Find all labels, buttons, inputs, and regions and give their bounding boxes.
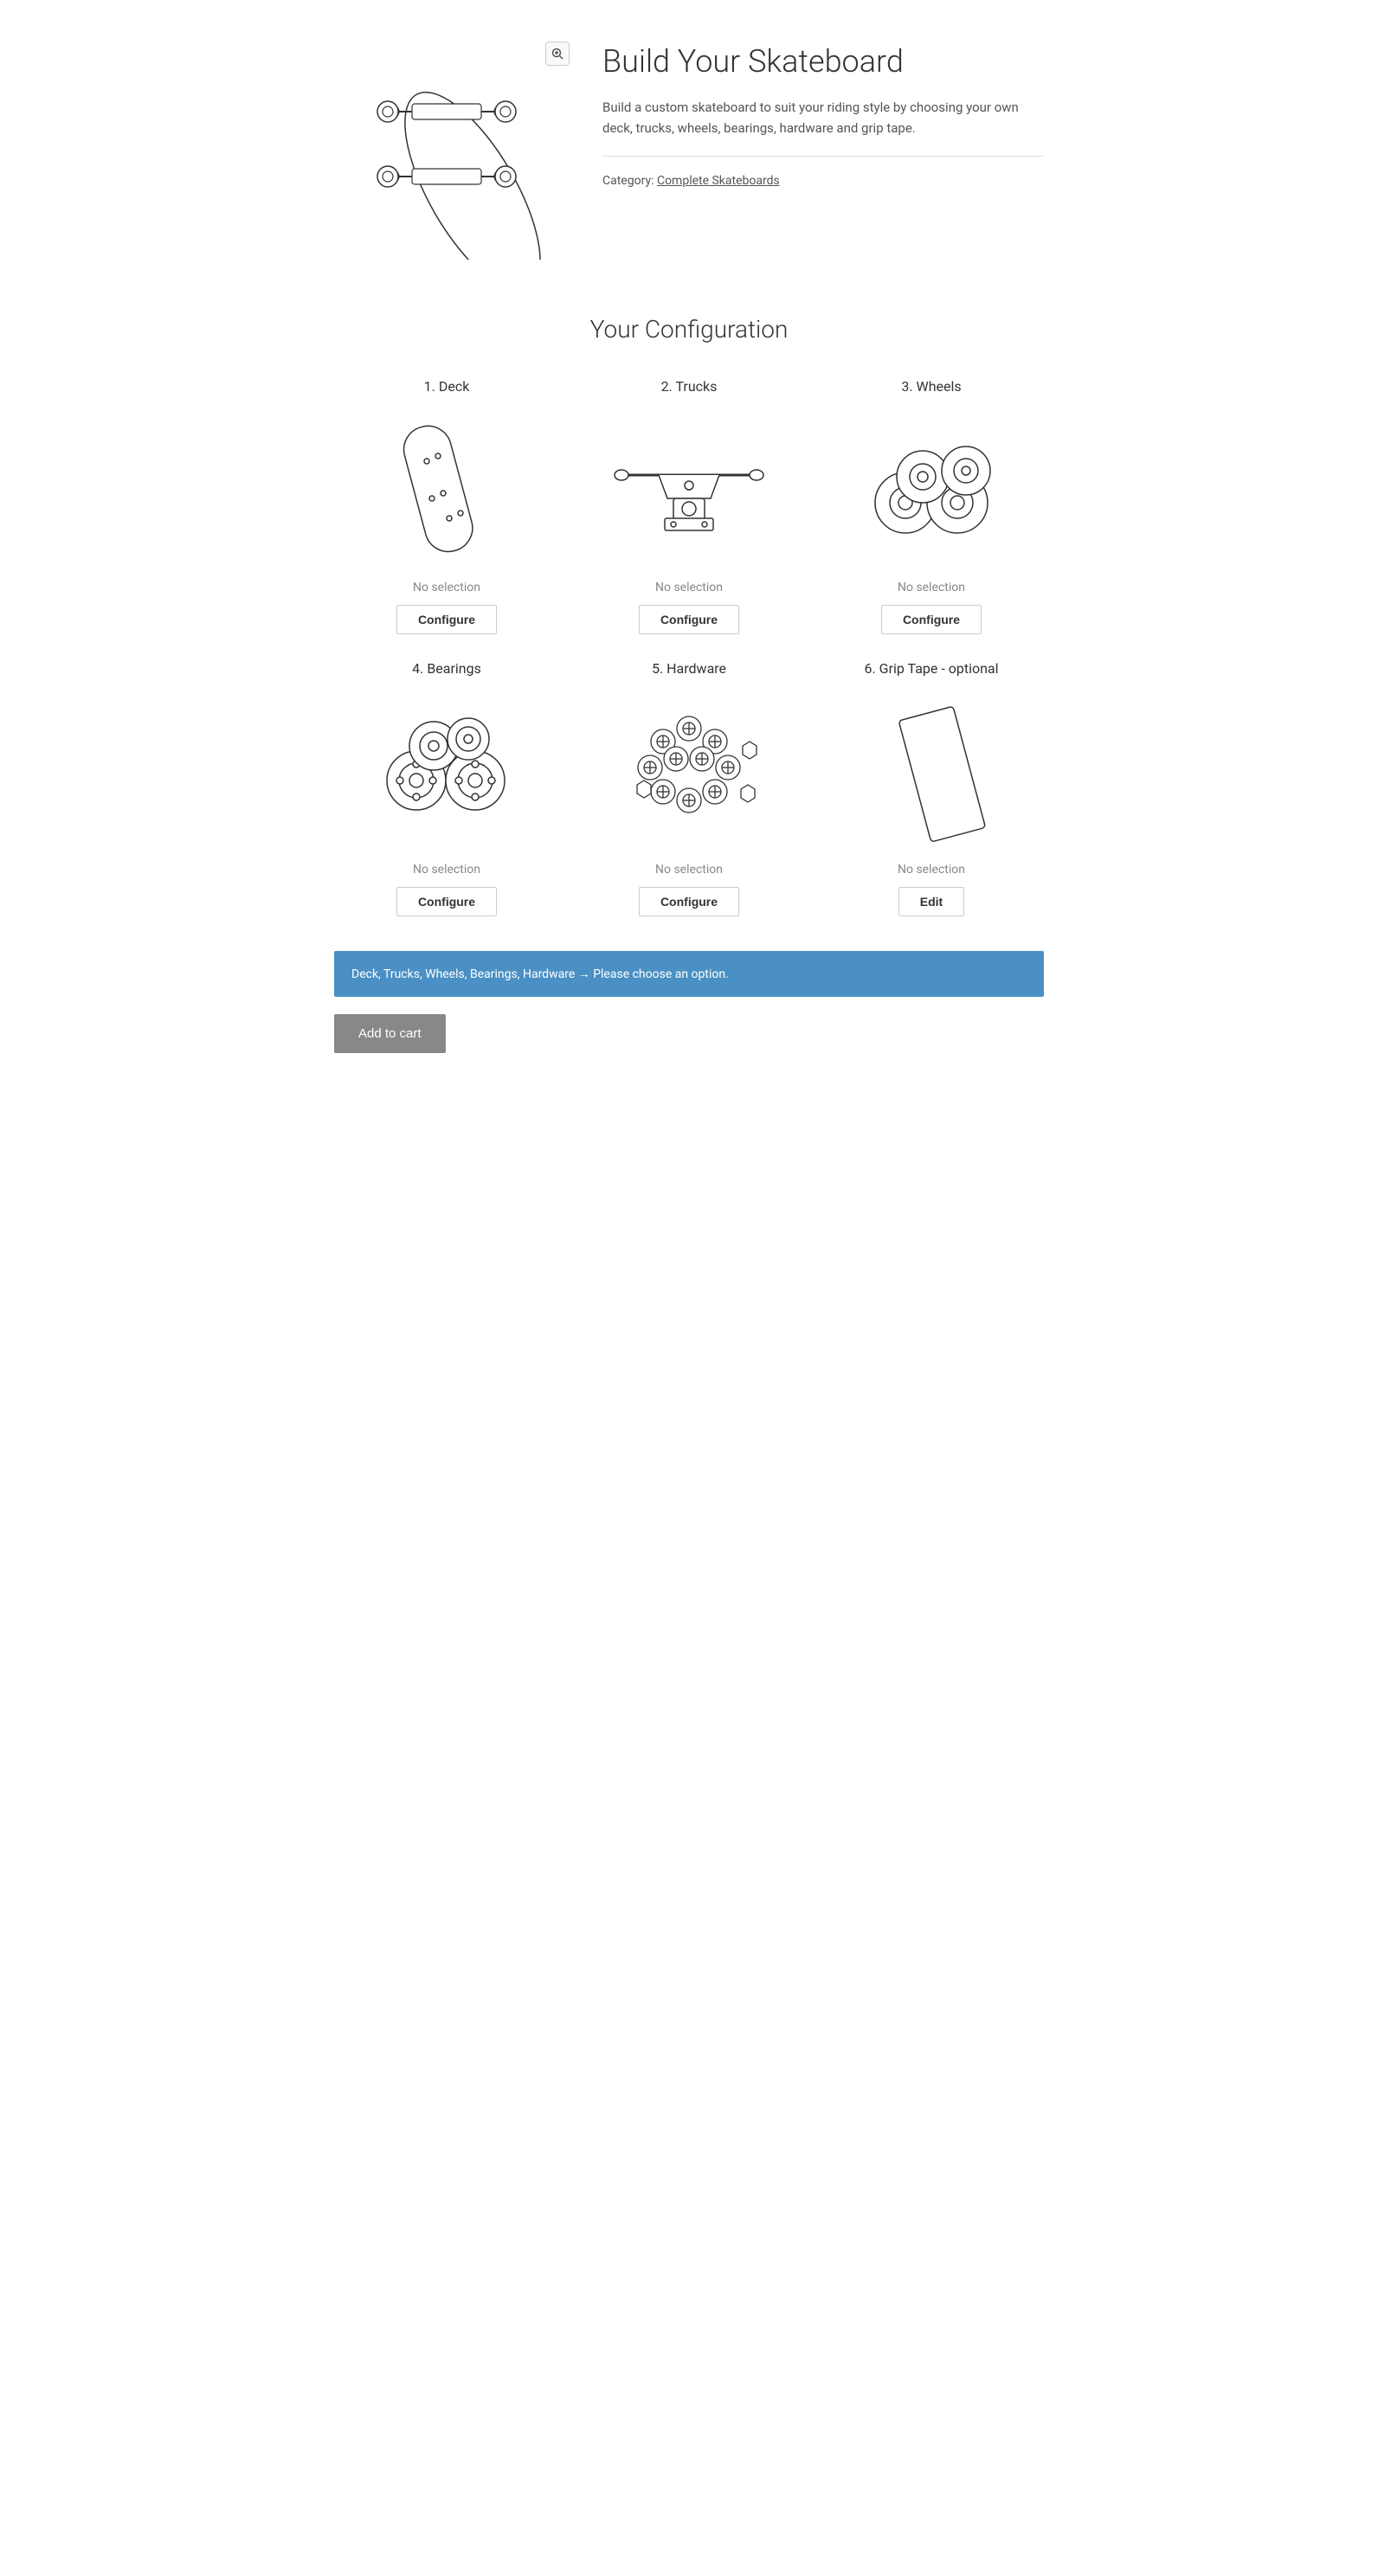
wheels-title: 3. Wheels (901, 378, 961, 395)
category-label: Category: (602, 174, 654, 188)
alert-bar: Deck, Trucks, Wheels, Bearings, Hardware… (334, 951, 1044, 997)
hardware-status: No selection (655, 863, 723, 877)
hardware-configure-button[interactable]: Configure (639, 887, 739, 916)
deck-status: No selection (413, 581, 480, 594)
trucks-image (611, 412, 767, 568)
wheels-image (853, 412, 1009, 568)
config-item-hardware: 5. Hardware (576, 660, 802, 916)
config-grid: 1. Deck No selection Configure (334, 378, 1044, 916)
config-item-wheels: 3. Wheels (819, 378, 1044, 634)
bearings-title: 4. Bearings (412, 660, 481, 677)
trucks-title: 2. Trucks (661, 378, 718, 395)
grip-tape-title: 6. Grip Tape - optional (864, 660, 998, 677)
grip-tape-image (853, 694, 1009, 850)
product-image-container (334, 35, 576, 263)
alert-message: Deck, Trucks, Wheels, Bearings, Hardware… (351, 967, 729, 981)
product-title: Build Your Skateboard (602, 43, 1044, 80)
config-item-grip-tape: 6. Grip Tape - optional No selection Edi… (819, 660, 1044, 916)
zoom-icon[interactable] (545, 42, 570, 66)
trucks-configure-button[interactable]: Configure (639, 605, 739, 634)
product-category: Category: Complete Skateboards (602, 174, 1044, 188)
hardware-image (611, 694, 767, 850)
config-item-bearings: 4. Bearings (334, 660, 559, 916)
config-item-deck: 1. Deck No selection Configure (334, 378, 559, 634)
bearings-configure-button[interactable]: Configure (396, 887, 497, 916)
trucks-status: No selection (655, 581, 723, 594)
product-info: Build Your Skateboard Build a custom ska… (602, 35, 1044, 188)
add-to-cart-button[interactable]: Add to cart (334, 1014, 446, 1053)
product-description: Build a custom skateboard to suit your r… (602, 97, 1044, 157)
deck-configure-button[interactable]: Configure (396, 605, 497, 634)
bearings-image (369, 694, 525, 850)
grip-tape-status: No selection (898, 863, 965, 877)
bearings-status: No selection (413, 863, 480, 877)
header-section: Build Your Skateboard Build a custom ska… (334, 35, 1044, 263)
deck-image (369, 412, 525, 568)
config-item-trucks: 2. Trucks (576, 378, 802, 634)
product-image (334, 35, 559, 260)
wheels-status: No selection (898, 581, 965, 594)
hardware-title: 5. Hardware (652, 660, 726, 677)
wheels-configure-button[interactable]: Configure (881, 605, 982, 634)
config-section-title: Your Configuration (334, 315, 1044, 344)
grip-tape-edit-button[interactable]: Edit (898, 887, 964, 916)
deck-title: 1. Deck (424, 378, 470, 395)
category-link[interactable]: Complete Skateboards (657, 174, 780, 188)
configuration-section: Your Configuration 1. Deck (334, 315, 1044, 1053)
